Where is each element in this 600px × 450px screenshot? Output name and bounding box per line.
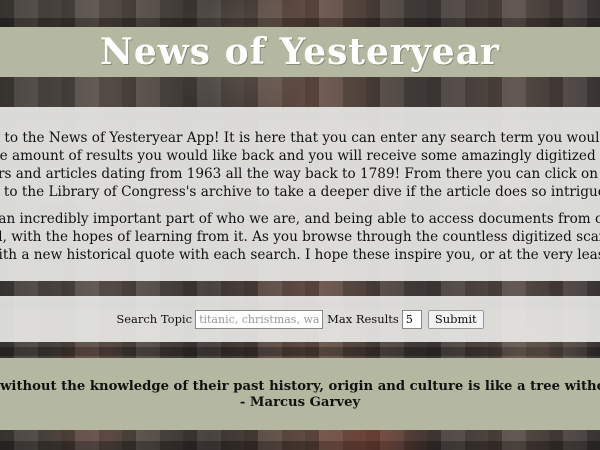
- intro-line: Welcome to the News of Yesteryear App! I…: [0, 130, 600, 146]
- search-topic-label: Search Topic: [116, 312, 193, 326]
- intro-paragraph-1: Welcome to the News of Yesteryear App! I…: [0, 129, 600, 201]
- quote-banner: "A people without the knowledge of their…: [0, 358, 600, 430]
- max-results-input[interactable]: [401, 309, 422, 329]
- intro-paragraph-2: History is an incredibly important part …: [0, 210, 600, 264]
- title-banner: News of Yesteryear: [0, 27, 600, 77]
- max-results-label: Max Results: [327, 312, 399, 326]
- intro-line: History is an incredibly important part …: [0, 211, 600, 227]
- intro-line: taken to the Library of Congress's archi…: [0, 184, 600, 200]
- search-topic-input[interactable]: [195, 309, 324, 329]
- intro-line: greeted with a new historical quote with…: [0, 247, 600, 263]
- search-form: Search Topic Max Results Submit: [0, 296, 600, 342]
- intro-line: newspapers and articles dating from 1963…: [0, 166, 600, 182]
- intro-panel: Welcome to the News of Yesteryear App! I…: [0, 107, 600, 281]
- submit-button[interactable]: Submit: [427, 309, 484, 329]
- intro-line: grounded, with the hopes of learning fro…: [0, 229, 600, 245]
- intro-line: with the amount of results you would lik…: [0, 148, 600, 164]
- historical-quote: "A people without the knowledge of their…: [0, 379, 600, 410]
- page-title: News of Yesteryear: [100, 31, 500, 73]
